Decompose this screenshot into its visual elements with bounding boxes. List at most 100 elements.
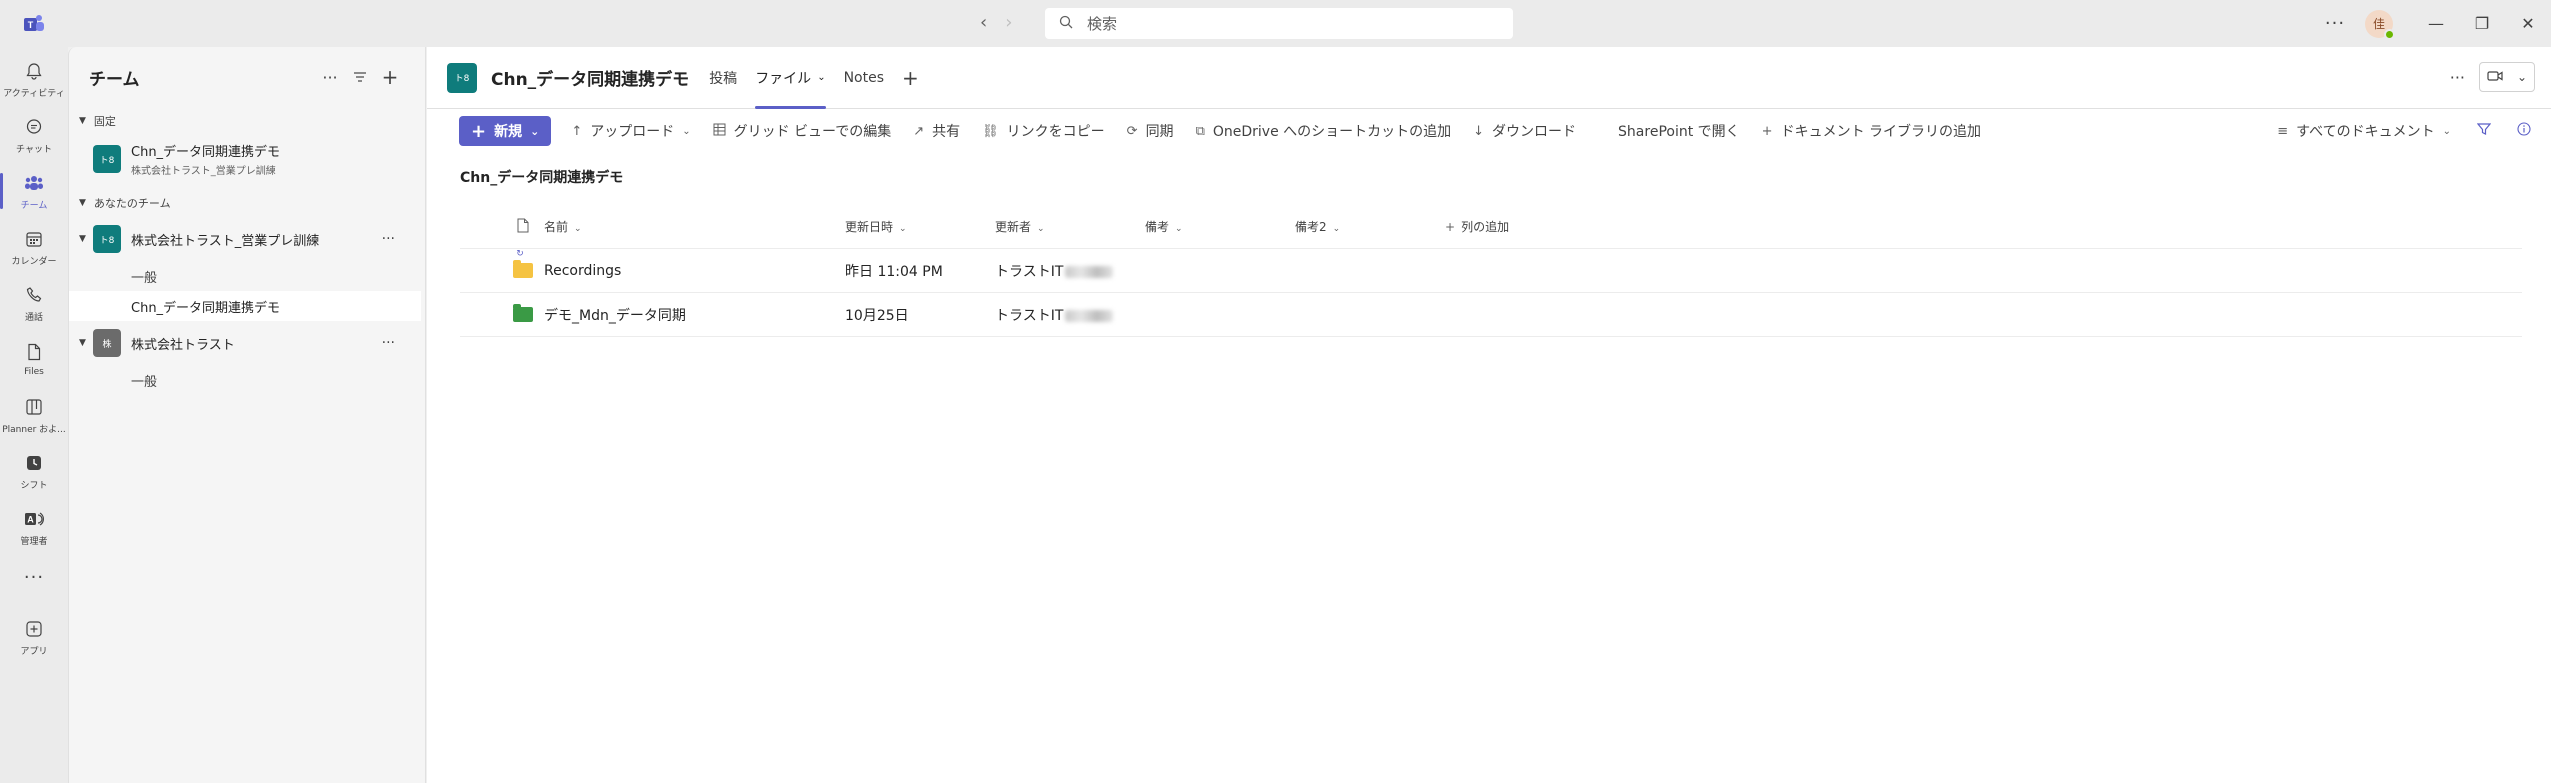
- team-avatar: ト8: [93, 225, 121, 253]
- rail-label: Files: [24, 367, 44, 377]
- table-row[interactable]: デモ_Mdn_データ同期 10月25日 トラストIT: [460, 293, 2522, 337]
- team-item[interactable]: ▼ 株 株式会社トラスト ···: [69, 321, 425, 365]
- search-icon: [1059, 14, 1073, 33]
- view-selector[interactable]: ≡ すべてのドキュメント ⌄: [2277, 121, 2451, 141]
- search-box[interactable]: 検索: [1045, 8, 1513, 39]
- more-options-icon[interactable]: ···: [2450, 68, 2465, 87]
- more-options-icon[interactable]: ···: [382, 231, 395, 247]
- forward-arrow-icon[interactable]: ›: [1005, 12, 1012, 33]
- back-arrow-icon[interactable]: ‹: [980, 12, 987, 33]
- grid-edit-button[interactable]: グリッド ビューでの編集: [713, 121, 892, 141]
- rail-more[interactable]: ···: [0, 551, 68, 603]
- copy-link-label: リンクをコピー: [1006, 124, 1105, 140]
- your-teams-section[interactable]: ▼ あなたのチーム: [69, 189, 425, 217]
- file-type-icon: [517, 218, 529, 236]
- file-name-link[interactable]: Recordings: [544, 263, 845, 279]
- rail-label: 通話: [24, 312, 43, 323]
- download-button[interactable]: ↓ ダウンロード: [1473, 121, 1576, 141]
- plus-icon: +: [1445, 220, 1456, 234]
- download-label: ダウンロード: [1492, 124, 1577, 140]
- team-item[interactable]: ▼ ト8 株式会社トラスト_営業プレ訓練 ···: [69, 217, 425, 261]
- more-icon: ···: [23, 566, 45, 588]
- rail-apps[interactable]: アプリ: [0, 611, 68, 663]
- column-label: 列の追加: [1461, 220, 1510, 234]
- add-column-button[interactable]: + 列の追加: [1445, 218, 1645, 235]
- info-icon[interactable]: [2517, 122, 2531, 140]
- add-icon[interactable]: +: [375, 65, 405, 89]
- file-type-header[interactable]: [460, 218, 544, 236]
- section-label: あなたのチーム: [93, 197, 171, 210]
- rail-planner[interactable]: Planner およ...: [0, 389, 68, 441]
- pinned-section[interactable]: ▼ 固定: [69, 107, 425, 135]
- avatar[interactable]: 佳: [2365, 9, 2395, 40]
- rail-label: アクティビティ: [3, 88, 65, 99]
- rail-label: チーム: [20, 200, 48, 211]
- sync-status-icon: ↻: [516, 249, 524, 259]
- shortcut-icon: ⧉: [1195, 123, 1205, 139]
- more-options-icon[interactable]: ···: [382, 335, 395, 351]
- meet-button[interactable]: ⌄: [2479, 62, 2535, 92]
- filter-icon[interactable]: [345, 68, 375, 87]
- presence-available-icon: [2384, 28, 2395, 40]
- rail-files[interactable]: Files: [0, 333, 68, 385]
- column-header-note2[interactable]: 備考2 ⌄: [1295, 218, 1445, 235]
- column-label: 名前: [544, 220, 569, 234]
- copy-link-button[interactable]: ⛓ リンクをコピー: [982, 121, 1105, 141]
- rail-admin[interactable]: A 管理者: [0, 501, 68, 553]
- share-button[interactable]: ↗ 共有: [913, 121, 960, 141]
- chat-icon: [23, 116, 45, 138]
- tab-files[interactable]: ファイル ⌄: [755, 47, 826, 109]
- plus-icon: +: [1761, 123, 1773, 139]
- filter-icon[interactable]: [2476, 122, 2492, 140]
- rail-activity[interactable]: アクティビティ: [0, 53, 68, 105]
- shifts-icon: [23, 452, 45, 474]
- modified-date: 10月25日: [845, 307, 909, 324]
- section-label: 固定: [93, 115, 116, 128]
- tab-posts[interactable]: 投稿: [709, 47, 737, 109]
- caret-down-icon: ▼: [79, 338, 86, 348]
- new-button[interactable]: + 新規 ⌄: [459, 116, 552, 146]
- modified-by: トラストIT: [995, 305, 1145, 325]
- channel-header: ト8 Chn_データ同期連携デモ 投稿 ファイル ⌄ Notes + ··· ⌄: [427, 47, 2551, 109]
- rail-shifts[interactable]: シフト: [0, 445, 68, 497]
- restore-icon[interactable]: ❐: [2459, 14, 2505, 33]
- rail-chat[interactable]: チャット: [0, 109, 68, 161]
- more-options-icon[interactable]: ···: [2305, 13, 2365, 34]
- column-header-modified[interactable]: 更新日時 ⌄: [845, 218, 995, 235]
- download-icon: ↓: [1473, 123, 1485, 139]
- add-tab-icon[interactable]: +: [902, 66, 919, 90]
- grid-edit-label: グリッド ビューでの編集: [733, 124, 892, 140]
- more-options-icon[interactable]: ···: [315, 68, 345, 87]
- column-header-name[interactable]: 名前 ⌄: [544, 218, 845, 235]
- table-row[interactable]: ↻ Recordings 昨日 11:04 PM トラストIT: [460, 249, 2522, 293]
- rail-calls[interactable]: 通話: [0, 277, 68, 329]
- pinned-channel[interactable]: ト8 Chn_データ同期連携デモ 株式会社トラスト_営業プレ訓練: [69, 135, 425, 183]
- column-label: 備考2: [1295, 220, 1327, 234]
- channel-title: Chn_データ同期連携デモ: [491, 70, 690, 90]
- upload-button[interactable]: ↑ アップロード ⌄: [571, 121, 690, 141]
- add-library-button[interactable]: + ドキュメント ライブラリの追加: [1762, 121, 1981, 141]
- rail-calendar[interactable]: カレンダー: [0, 221, 68, 273]
- file-name-link[interactable]: デモ_Mdn_データ同期: [544, 305, 845, 325]
- tab-notes[interactable]: Notes: [844, 47, 884, 109]
- channel-item-active[interactable]: Chn_データ同期連携デモ: [69, 291, 421, 321]
- column-header-modified-by[interactable]: 更新者 ⌄: [995, 218, 1145, 235]
- team-name: 株式会社トラスト: [131, 337, 235, 353]
- open-sharepoint-button[interactable]: SharePoint で開く: [1618, 121, 1740, 141]
- chevron-down-icon: ⌄: [574, 224, 582, 234]
- plus-icon: +: [471, 120, 487, 142]
- channel-item[interactable]: 一般: [69, 261, 425, 291]
- modified-date: 昨日 11:04 PM: [845, 263, 943, 280]
- caret-down-icon: ▼: [79, 198, 86, 208]
- rail-teams[interactable]: チーム: [0, 165, 68, 217]
- close-icon[interactable]: ✕: [2505, 14, 2551, 33]
- column-label: 更新日時: [845, 220, 894, 234]
- minimize-icon[interactable]: —: [2413, 14, 2459, 33]
- teams-logo-icon: T: [22, 12, 46, 36]
- new-button-label: 新規: [494, 124, 523, 140]
- sync-button[interactable]: ⟳ 同期: [1127, 121, 1174, 141]
- chevron-down-icon: ⌄: [899, 224, 907, 234]
- column-header-note1[interactable]: 備考 ⌄: [1145, 218, 1295, 235]
- onedrive-shortcut-button[interactable]: ⧉ OneDrive へのショートカットの追加: [1196, 121, 1452, 141]
- channel-item[interactable]: 一般: [69, 365, 425, 395]
